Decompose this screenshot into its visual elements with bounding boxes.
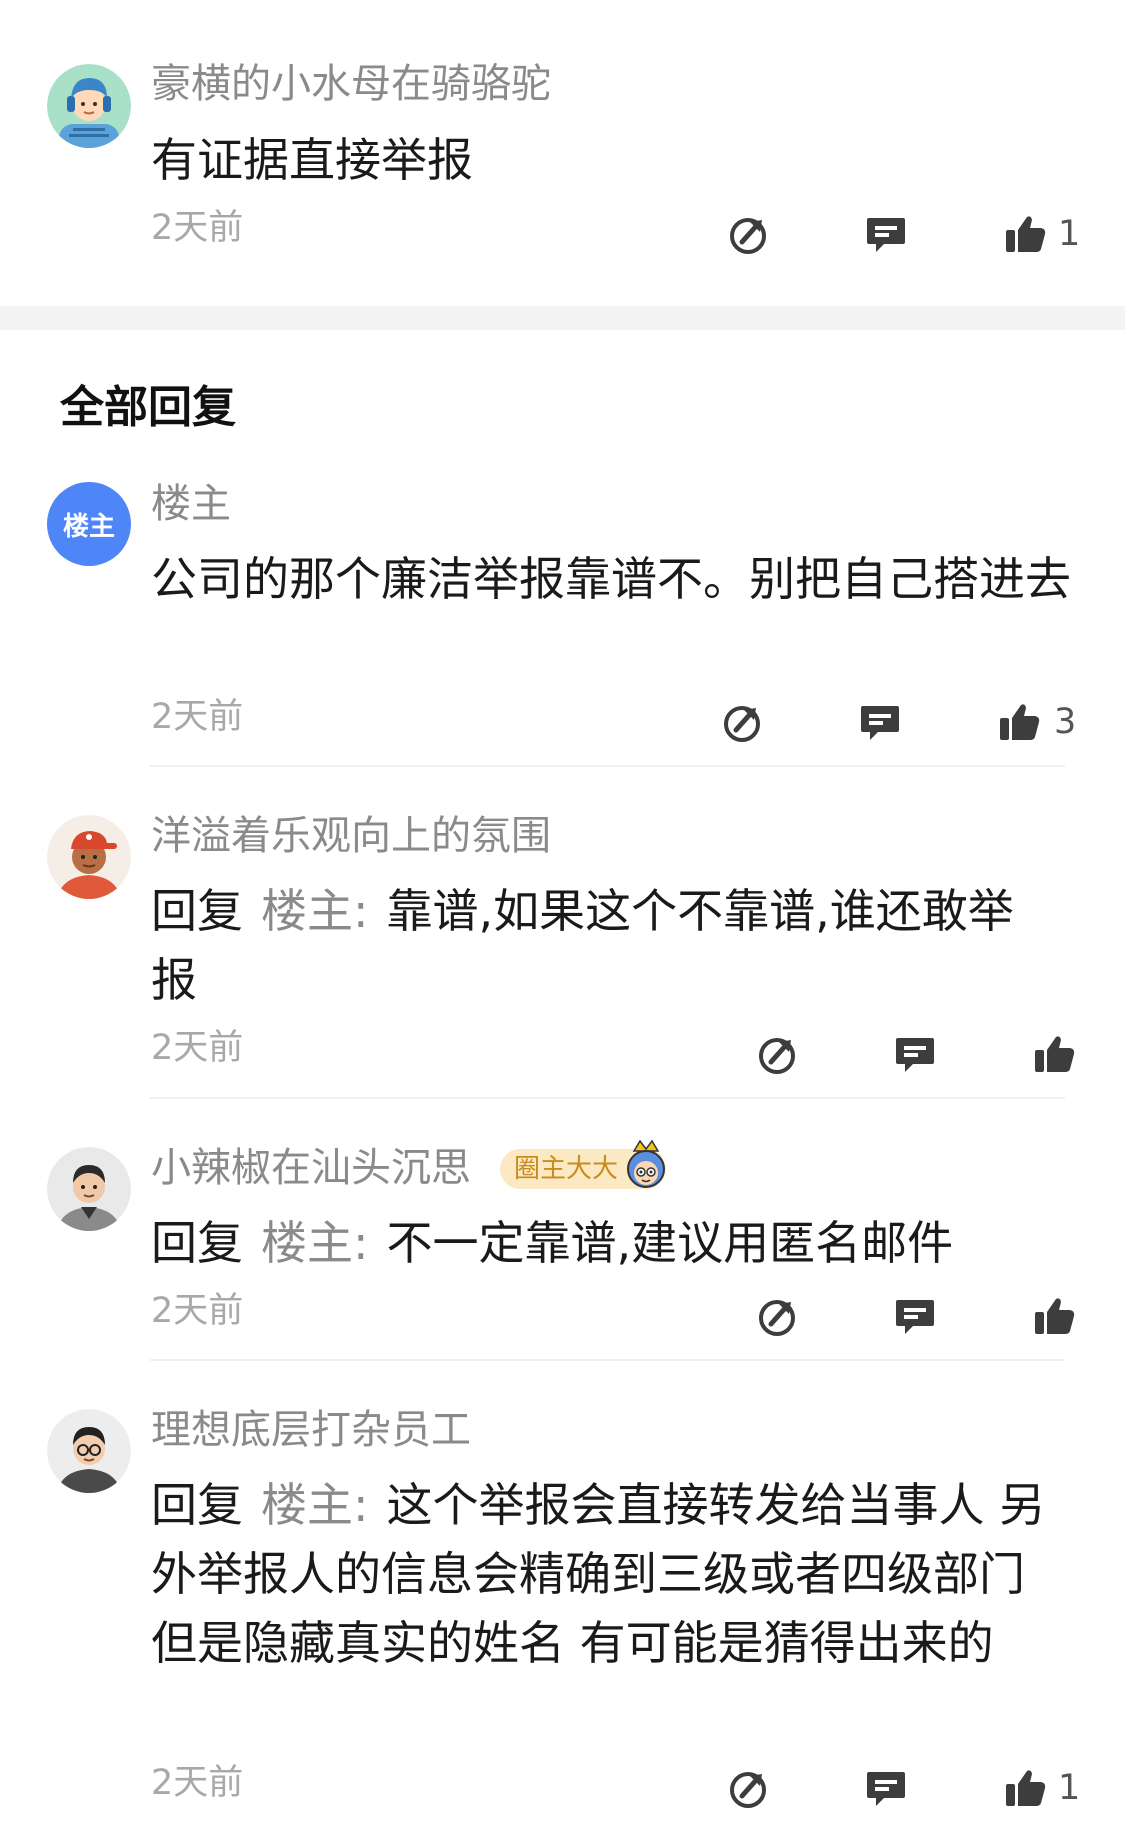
like-count: 3 (1054, 702, 1077, 742)
section-title: 全部回复 (60, 382, 236, 433)
reply-time: 2天前 (151, 1028, 244, 1068)
reply-time: 2天前 (151, 1291, 244, 1331)
reply-prefix: 回复 (151, 884, 243, 938)
comment-icon[interactable] (858, 700, 902, 744)
avatar-bearded-user[interactable] (47, 1147, 131, 1231)
reply-target[interactable]: 楼主 (261, 884, 353, 938)
reply-colon: : (353, 1216, 369, 1270)
reply-prefix: 回复 (151, 1478, 243, 1532)
comment-icon[interactable] (864, 1766, 908, 1810)
thumbs-up-icon[interactable] (1032, 1294, 1076, 1338)
divider (150, 765, 1065, 767)
comment-time: 2天前 (151, 208, 244, 248)
comment-icon[interactable] (864, 212, 908, 256)
section-separator (0, 306, 1125, 330)
share-icon[interactable] (728, 1766, 772, 1810)
share-icon[interactable] (757, 1032, 801, 1076)
reply-text: 公司的那个廉洁举报靠谱不。别把自己搭进去 (151, 552, 1071, 606)
comment-icon[interactable] (893, 1032, 937, 1076)
reply-colon: : (353, 884, 369, 938)
avatar-cap-user[interactable] (47, 815, 131, 899)
host-avatar-label: 楼主 (62, 511, 115, 542)
reply-author[interactable]: 洋溢着乐观向上的氛围 (151, 810, 551, 862)
share-icon[interactable] (722, 700, 766, 744)
divider (150, 1359, 1065, 1361)
avatar-jellyfish-user[interactable] (47, 64, 131, 148)
thumbs-up-icon[interactable] (1003, 212, 1047, 256)
avatar-glasses-user[interactable] (47, 1409, 131, 1493)
reply-text: 不一定靠谱,建议用匿名邮件 (386, 1216, 954, 1270)
reply-author[interactable]: 楼主 (151, 478, 231, 530)
divider (150, 1097, 1065, 1099)
share-icon[interactable] (728, 212, 772, 256)
comment-author[interactable]: 豪横的小水母在骑骆驼 (151, 58, 551, 110)
reply-time: 2天前 (151, 697, 244, 737)
reply-target[interactable]: 楼主 (261, 1478, 353, 1532)
thumbs-up-icon[interactable] (1003, 1766, 1047, 1810)
reply-prefix: 回复 (151, 1216, 243, 1270)
comment-text: 有证据直接举报 (151, 133, 473, 187)
reply-target[interactable]: 楼主 (261, 1216, 353, 1270)
circle-owner-badge: 圈主大大 (500, 1139, 667, 1189)
thumbs-up-icon[interactable] (997, 700, 1041, 744)
reply-body: 回复 楼主: 不一定靠谱,建议用匿名邮件 (151, 1209, 1071, 1278)
like-count: 1 (1058, 214, 1081, 254)
reply-body: 回复 楼主: 这个举报会直接转发给当事人 另外举报人的信息会精确到三级或者四级部门 … (151, 1471, 1071, 1678)
reply-colon: : (353, 1478, 369, 1532)
avatar-host[interactable]: 楼主 (47, 482, 131, 566)
reply-author[interactable]: 理想底层打杂员工 (151, 1404, 471, 1456)
comment-icon[interactable] (893, 1294, 937, 1338)
badge-mascot-icon (627, 1139, 666, 1188)
like-count: 1 (1058, 1768, 1081, 1808)
reply-body: 回复 楼主: 靠谱,如果这个不靠谱,谁还敢举报 (151, 877, 1051, 1015)
reply-author[interactable]: 小辣椒在汕头沉思 (151, 1142, 471, 1194)
reply-time: 2天前 (151, 1763, 244, 1803)
badge-label: 圈主大大 (514, 1154, 619, 1184)
share-icon[interactable] (757, 1294, 801, 1338)
thumbs-up-icon[interactable] (1032, 1032, 1076, 1076)
